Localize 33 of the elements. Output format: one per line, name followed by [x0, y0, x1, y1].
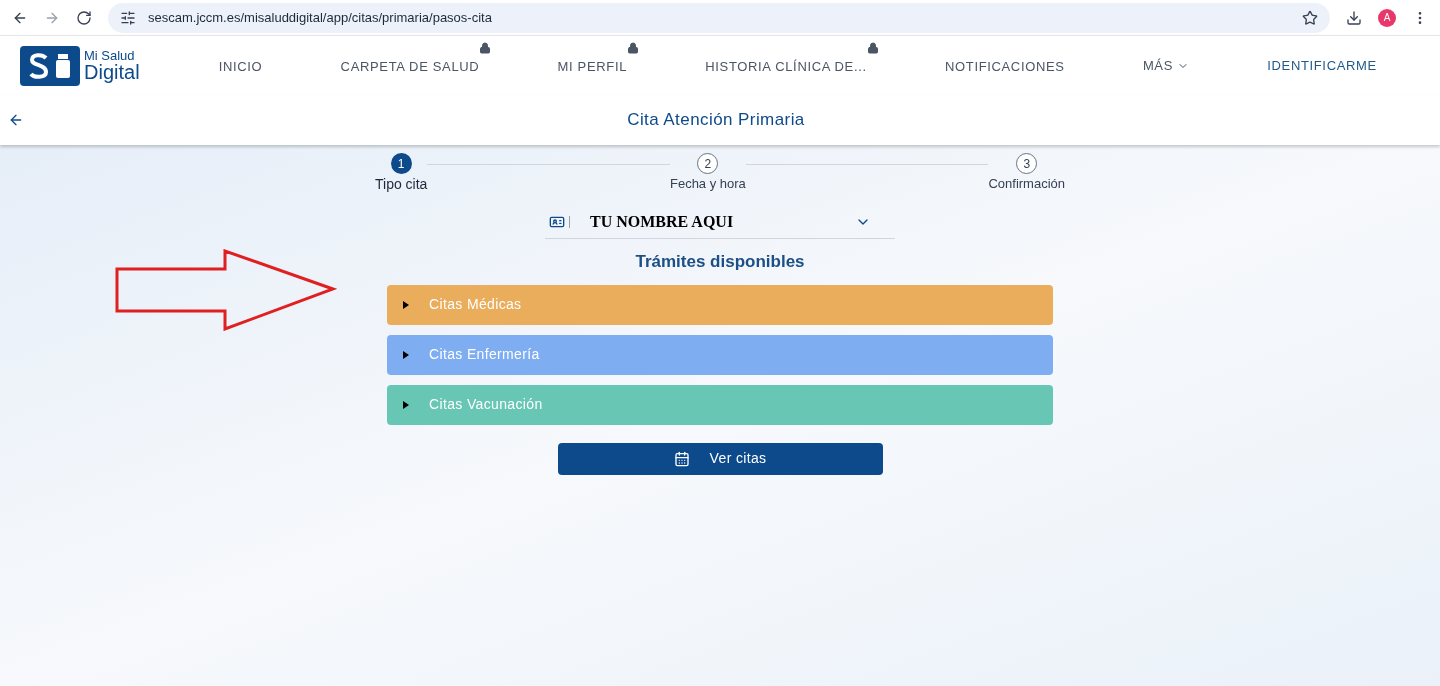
nav-link[interactable]: NOTIFICACIONES: [945, 58, 1065, 74]
more-menu[interactable]: MÁS: [1142, 55, 1189, 76]
url-text: sescam.jccm.es/misaluddigital/app/citas/primaria/pasos-cita: [148, 8, 492, 27]
caret-icon: [403, 400, 409, 409]
section-title: Trámites disponibles: [635, 251, 805, 273]
site-logo[interactable]: Mi Salud Digital: [20, 45, 140, 86]
profile-avatar[interactable]: A: [1378, 8, 1396, 27]
nav-link[interactable]: INICIO: [218, 58, 263, 74]
step-label: Confirmación: [988, 175, 1065, 193]
patient-select[interactable]: TU NOMBRE AQUI: [545, 205, 895, 239]
nav-link[interactable]: CARPETA DE SALUD: [340, 58, 480, 74]
site-info-icon[interactable]: [120, 9, 136, 26]
login-link[interactable]: IDENTIFICARME: [1267, 55, 1377, 76]
caret-icon: [403, 350, 409, 359]
reload-icon[interactable]: [76, 9, 92, 26]
patient-name: TU NOMBRE AQUI: [590, 211, 735, 232]
logo-emblem-icon: [20, 45, 80, 86]
step-number: 1: [390, 153, 412, 174]
logo-text: Mi Salud: [84, 49, 136, 62]
page-title: Cita Atención Primaria: [626, 109, 806, 132]
logo-text: Digital: [84, 62, 140, 82]
step-label: Tipo cita: [375, 175, 428, 194]
view-appointments-button[interactable]: Ver citas: [557, 442, 883, 475]
caret-icon: [403, 300, 409, 309]
bookmark-icon[interactable]: [1302, 9, 1318, 26]
nav-link[interactable]: MI PERFIL: [557, 58, 628, 74]
calendar-icon: [673, 450, 690, 467]
download-icon[interactable]: [1346, 9, 1362, 26]
step-label: Fecha y hora: [669, 175, 746, 193]
step-number: 2: [697, 153, 719, 174]
address-bar[interactable]: sescam.jccm.es/misaluddigital/app/citas/primaria/pasos-cita: [108, 2, 1330, 33]
nav-link[interactable]: HISTORIA CLÍNICA DE...: [705, 58, 867, 74]
step-number: 3: [1016, 153, 1038, 174]
